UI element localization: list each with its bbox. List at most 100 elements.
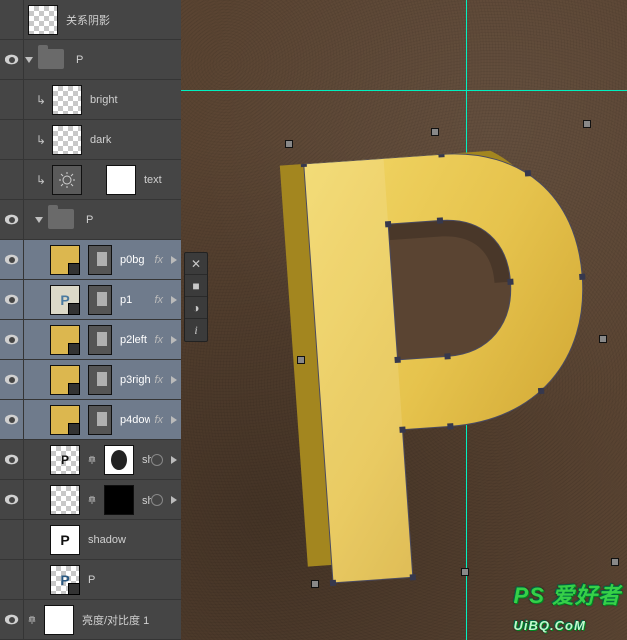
floating-3d-toolbar[interactable]: ✕ ■ ◑ i (184, 252, 208, 342)
chevron-right-icon[interactable] (167, 336, 181, 344)
chevron-right-icon[interactable] (167, 296, 181, 304)
layer-thumb[interactable] (50, 245, 80, 275)
link-icon[interactable] (86, 160, 102, 199)
toolbar-cube-icon[interactable]: ■ (185, 275, 207, 297)
layer-name[interactable]: bright (86, 94, 181, 106)
filter-badge-icon[interactable] (151, 494, 163, 506)
layer-thumb[interactable] (52, 85, 82, 115)
visibility-toggle[interactable] (0, 400, 24, 439)
toolbar-close-icon[interactable]: ✕ (185, 253, 207, 275)
layer-thumb[interactable]: P (50, 445, 80, 475)
layer-thumb[interactable]: P (50, 525, 80, 555)
layer-row-dark[interactable]: ↳ dark (0, 120, 181, 160)
layer-row-p[interactable]: P P (0, 560, 181, 600)
link-icon[interactable]: 𐄷 (84, 440, 100, 479)
layer-row-p4down[interactable]: p4down fx (0, 400, 181, 440)
layer-row-relation-shadow[interactable]: 关系阴影 (0, 0, 181, 40)
visibility-toggle[interactable] (0, 240, 24, 279)
layer-name[interactable]: 亮度/对比度 1 (78, 612, 181, 628)
layer-row-group-p[interactable]: P (0, 40, 181, 80)
layer-row-p1[interactable]: P p1 fx (0, 280, 181, 320)
layer-name[interactable]: p3right (116, 374, 150, 386)
layer-name[interactable]: p0bg (116, 254, 150, 266)
layer-name[interactable]: shadow动感... (138, 492, 151, 508)
visibility-toggle[interactable] (0, 560, 24, 599)
visibility-toggle[interactable] (0, 160, 24, 199)
layer-name[interactable]: P (82, 214, 181, 226)
layer-name[interactable]: p4down (116, 414, 150, 426)
layer-name[interactable]: p1 (116, 294, 150, 306)
layer-name[interactable]: dark (86, 134, 181, 146)
transform-handle-s[interactable] (461, 568, 469, 576)
twisty-down-icon[interactable] (34, 200, 44, 239)
layer-row-shadow[interactable]: P shadow (0, 520, 181, 560)
visibility-toggle[interactable] (0, 440, 24, 479)
layer-name[interactable]: shadow (84, 534, 181, 546)
visibility-toggle[interactable] (0, 520, 24, 559)
vector-mask-thumb[interactable] (88, 325, 112, 355)
layer-thumb[interactable] (52, 125, 82, 155)
visibility-toggle[interactable] (0, 0, 24, 39)
visibility-toggle[interactable] (0, 40, 24, 79)
layer-thumb[interactable] (50, 485, 80, 515)
chevron-right-icon[interactable] (167, 496, 181, 504)
link-icon[interactable]: 𐄷 (84, 480, 100, 519)
layer-name[interactable]: shado... (138, 454, 151, 466)
fx-badge[interactable]: fx (154, 294, 163, 306)
transform-handle-ne[interactable] (583, 120, 591, 128)
brightness-adj-icon[interactable] (52, 165, 82, 195)
layer-thumb[interactable]: P (50, 285, 80, 315)
chevron-right-icon[interactable] (167, 256, 181, 264)
vector-mask-thumb[interactable] (88, 245, 112, 275)
layer-name[interactable]: text (140, 174, 181, 186)
layer-row-shadow-motion[interactable]: 𐄷 shadow动感... (0, 480, 181, 520)
transform-handle-sw[interactable] (311, 580, 319, 588)
visibility-toggle[interactable] (0, 320, 24, 359)
layer-mask-thumb[interactable] (104, 485, 134, 515)
visibility-toggle[interactable] (0, 120, 24, 159)
layer-thumb[interactable] (50, 405, 80, 435)
visibility-toggle[interactable] (0, 480, 24, 519)
layer-row-bright[interactable]: ↳ bright (0, 80, 181, 120)
layer-name[interactable]: P (84, 574, 181, 586)
vector-mask-thumb[interactable] (88, 365, 112, 395)
transform-handle-nw[interactable] (285, 140, 293, 148)
chevron-right-icon[interactable] (167, 376, 181, 384)
filter-badge-icon[interactable] (151, 454, 163, 466)
layer-name[interactable]: P (72, 54, 181, 66)
chevron-right-icon[interactable] (167, 416, 181, 424)
fx-badge[interactable]: fx (154, 414, 163, 426)
layer-thumb[interactable]: P (50, 565, 80, 595)
fx-badge[interactable]: fx (154, 254, 163, 266)
layer-thumb[interactable] (28, 5, 58, 35)
layer-row-group-p2[interactable]: P (0, 200, 181, 240)
layer-row-text-adj[interactable]: ↳ text (0, 160, 181, 200)
layer-row-p3right[interactable]: p3right fx (0, 360, 181, 400)
visibility-toggle[interactable] (0, 280, 24, 319)
canvas[interactable]: PS 爱好者 UiBQ.CoM (181, 0, 627, 640)
visibility-toggle[interactable] (0, 200, 24, 239)
fx-badge[interactable]: fx (154, 374, 163, 386)
layer-thumb[interactable] (50, 365, 80, 395)
layer-row-p2left[interactable]: p2left fx (0, 320, 181, 360)
transform-handle-e[interactable] (599, 335, 607, 343)
layer-row-brightness-contrast[interactable]: 𐄷 亮度/对比度 1 (0, 600, 181, 640)
link-icon[interactable]: 𐄷 (24, 600, 40, 639)
visibility-toggle[interactable] (0, 360, 24, 399)
vector-mask-thumb[interactable] (88, 405, 112, 435)
layer-row-p0bg[interactable]: p0bg fx (0, 240, 181, 280)
transform-handle-w[interactable] (297, 356, 305, 364)
layer-mask-thumb[interactable] (106, 165, 136, 195)
layer-thumb[interactable] (50, 325, 80, 355)
chevron-right-icon[interactable] (167, 456, 181, 464)
layer-mask-thumb[interactable] (104, 445, 134, 475)
transform-handle-se[interactable] (611, 558, 619, 566)
layer-name[interactable]: 关系阴影 (62, 12, 181, 28)
toolbar-sphere-icon[interactable]: ◑ (185, 297, 207, 319)
visibility-toggle[interactable] (0, 600, 24, 639)
guide-horizontal[interactable] (181, 90, 627, 91)
transform-handle-n[interactable] (431, 128, 439, 136)
twisty-down-icon[interactable] (24, 40, 34, 79)
fx-badge[interactable]: fx (154, 334, 163, 346)
vector-mask-thumb[interactable] (88, 285, 112, 315)
